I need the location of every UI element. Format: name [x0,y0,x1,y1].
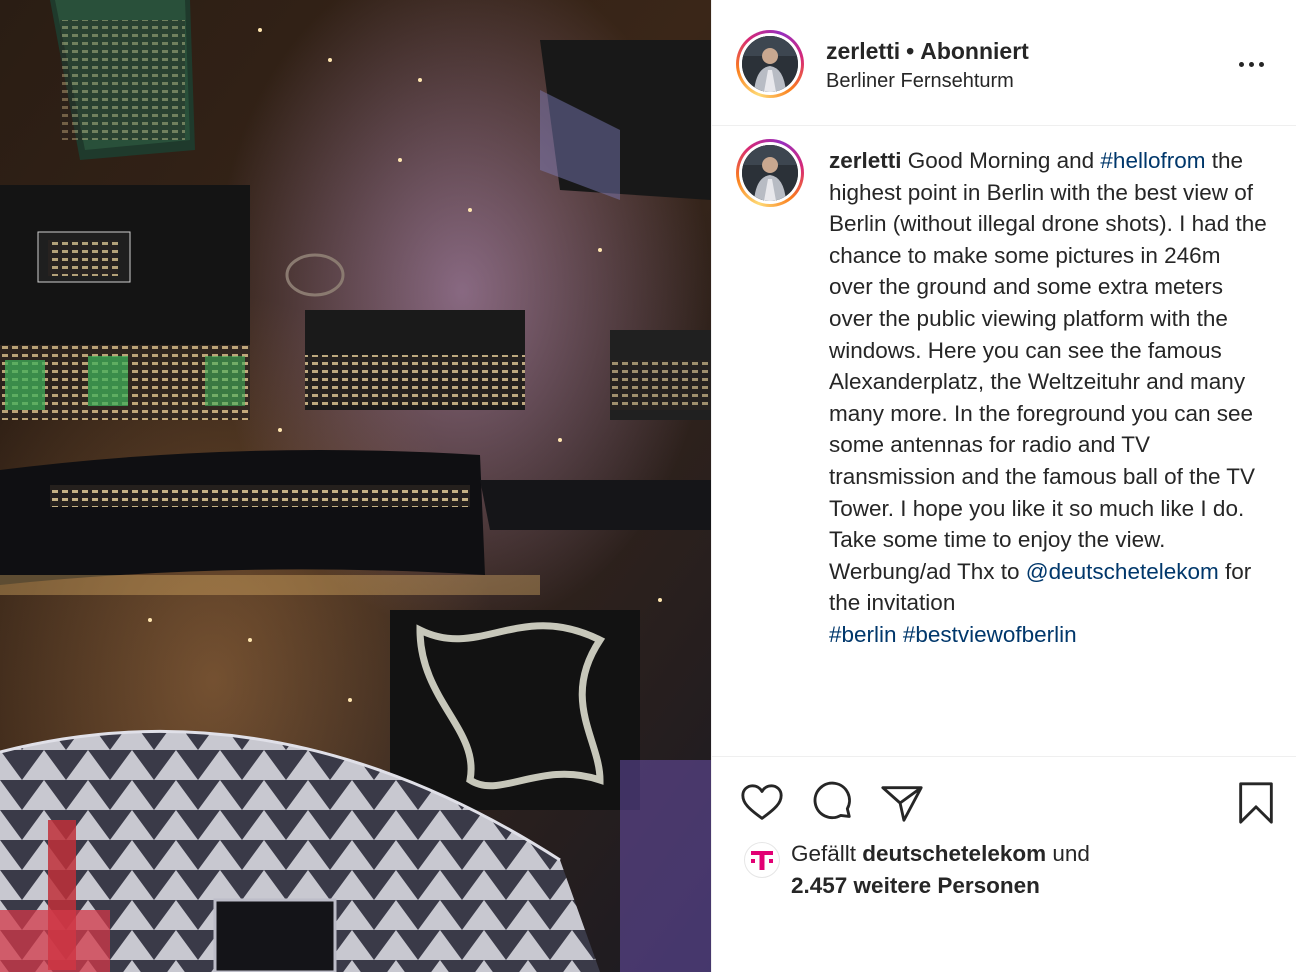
post-photo[interactable] [0,0,711,972]
hashtag-link[interactable]: #bestviewofberlin [903,622,1077,647]
caption-text: zerletti Good Morning and #hellofrom the… [829,145,1269,651]
username-link[interactable]: zerletti [826,38,900,64]
action-bar [712,772,1296,832]
bookmark-icon[interactable] [1233,780,1279,826]
caption-text-part: Werbung/ad Thx to [829,558,1026,584]
profile-picture-icon [742,36,798,92]
hashtag-link[interactable]: #hellofrom [1100,148,1205,173]
likes-suffix: und [1046,841,1090,866]
ellipsis-dot [1248,61,1254,67]
caption-section: zerletti Good Morning and #hellofrom the… [712,127,1296,757]
telekom-logo-icon: T [748,846,773,870]
likes-prefix: Gefällt [791,841,863,866]
header-username-line: zerletti • Abonniert [826,38,1029,65]
speech-bubble-icon[interactable] [809,780,855,826]
post-header: zerletti • Abonniert Berliner Fernsehturm [712,0,1296,126]
likes-count-link[interactable]: 2.457 weitere Personen [791,873,1040,899]
profile-picture-icon [742,145,798,201]
telekom-logo-letter: T [748,846,749,847]
location-link[interactable]: Berliner Fernsehturm [826,70,1014,93]
liker-username-link[interactable]: deutschetelekom [862,841,1046,866]
likes-section: T Gefällt deutschetelekom und 2.457 weit… [712,836,1296,916]
ellipsis-dot [1258,61,1264,67]
more-options-button[interactable] [1231,50,1271,78]
post-details-panel: zerletti • Abonniert Berliner Fernsehturm [711,0,1296,972]
berlin-night-aerial-image [0,0,711,972]
caption-username-link[interactable]: zerletti [829,148,902,173]
mention-link[interactable]: @deutschetelekom [1026,559,1219,584]
avatar[interactable] [736,30,804,98]
hashtag-link[interactable]: #berlin [829,622,897,647]
caption-text-part: Good Morning and [907,148,1101,173]
likes-line: Gefällt deutschetelekom und [791,841,1090,867]
caption-avatar[interactable] [736,139,804,207]
heart-outline-icon[interactable] [739,780,785,826]
separator-dot: • [906,38,915,64]
paper-plane-icon[interactable] [879,780,925,826]
follow-status-button[interactable]: Abonniert [920,38,1029,64]
caption-text-part: the highest point in Berlin with the bes… [829,148,1267,553]
ellipsis-icon [1238,61,1244,67]
liker-avatar[interactable]: T [744,842,780,878]
